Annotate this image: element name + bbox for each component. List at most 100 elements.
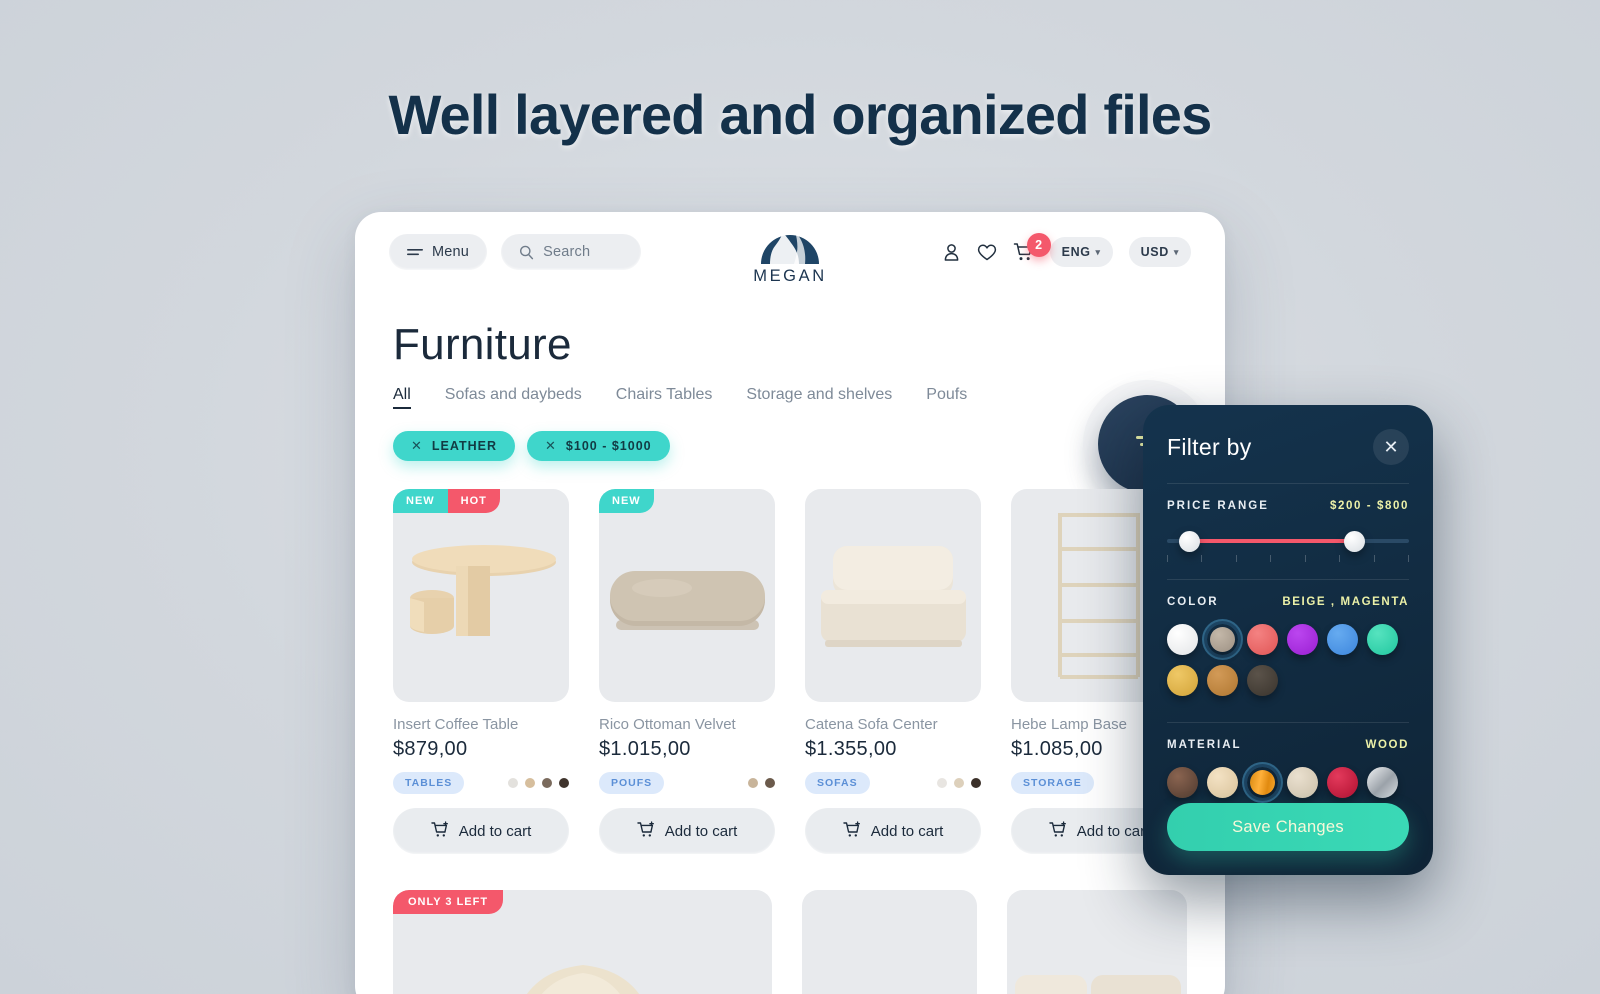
product-image: NEW HOT <box>393 489 569 702</box>
ottoman-illustration <box>609 571 765 630</box>
material-swatch-light-wood[interactable] <box>1207 767 1238 798</box>
product-category-tag[interactable]: STORAGE <box>1011 772 1094 794</box>
filter-chip-leather[interactable]: ✕ LEATHER <box>393 431 516 461</box>
slider-track-fill <box>1193 539 1351 543</box>
product-category-tag[interactable]: TABLES <box>393 772 465 794</box>
slider-knob-max[interactable] <box>1343 531 1365 552</box>
price-range-value: $200 - $800 <box>1330 500 1409 512</box>
filter-panel-header: Filter by ✕ <box>1167 429 1409 465</box>
color-swatch-gold[interactable] <box>1167 665 1198 696</box>
product-name: Insert Coffee Table <box>393 716 519 733</box>
tab-storage-and-shelves[interactable]: Storage and shelves <box>746 386 892 409</box>
tab-chairs-tables[interactable]: Chairs Tables <box>616 386 713 409</box>
coffee-table-illustration <box>409 545 556 636</box>
product-card[interactable]: Catena Sofa Center $1.355,00 SOFAS Add t… <box>805 489 981 854</box>
color-swatch-dark-brown[interactable] <box>1247 665 1278 696</box>
material-swatch-wood[interactable] <box>1247 767 1278 798</box>
material-value: WOOD <box>1365 739 1409 751</box>
cart-icon[interactable]: 2 <box>1013 233 1051 262</box>
filter-chip-price[interactable]: ✕ $100 - $1000 <box>527 431 670 461</box>
product-color-dots[interactable] <box>937 778 981 788</box>
material-swatch-velvet[interactable] <box>1327 767 1358 798</box>
currency-selector[interactable]: USD ▾ <box>1128 237 1191 267</box>
menu-button[interactable]: Menu <box>389 234 488 270</box>
category-tabs: All Sofas and daybeds Chairs Tables Stor… <box>393 386 1187 409</box>
price-row: PRICE RANGE $200 - $800 <box>1167 500 1409 512</box>
product-image: NEW <box>599 489 775 702</box>
search-icon <box>519 245 534 260</box>
megan-logo-icon <box>761 231 819 264</box>
language-selector[interactable]: ENG ▾ <box>1049 237 1113 267</box>
page-content: Furniture All Sofas and daybeds Chairs T… <box>355 292 1225 994</box>
add-to-cart-label: Add to cart <box>870 822 944 840</box>
color-swatch-beige[interactable] <box>1207 624 1238 655</box>
color-swatches-row-2 <box>1167 665 1409 696</box>
filter-section-material: MATERIAL WOOD <box>1167 722 1409 798</box>
product-card[interactable]: ONLY 3 LEFT <box>393 890 773 994</box>
product-price: $1.355,00 <box>805 738 897 760</box>
save-changes-button[interactable]: Save Changes <box>1167 803 1409 851</box>
product-category-tag[interactable]: POUFS <box>599 772 665 794</box>
cart-plus-icon <box>637 820 655 842</box>
close-icon[interactable]: ✕ <box>545 438 557 454</box>
product-price: $879,00 <box>393 738 468 760</box>
material-row: MATERIAL WOOD <box>1167 739 1409 751</box>
sofa-illustration <box>820 546 966 647</box>
product-color-dots[interactable] <box>508 778 569 788</box>
product-grid-row-2: ONLY 3 LEFT <box>393 890 1187 994</box>
color-value: BEIGE , MAGENTA <box>1282 596 1409 608</box>
product-card[interactable]: NEW Rico Ottoman Velvet $1.015,00 POUFS <box>599 489 775 854</box>
product-card[interactable] <box>1007 890 1187 994</box>
menu-label: Menu <box>432 244 470 260</box>
material-swatch-metal[interactable] <box>1367 767 1398 798</box>
cart-plus-icon <box>431 820 449 842</box>
user-icon[interactable] <box>942 243 961 262</box>
color-swatch-white[interactable] <box>1167 624 1198 655</box>
price-range-slider[interactable] <box>1167 531 1409 562</box>
product-card[interactable]: NEW HOT Insert Coffee Table $879,00 TABL… <box>393 489 569 854</box>
tab-poufs[interactable]: Poufs <box>926 386 967 409</box>
cart-plus-icon <box>843 820 861 842</box>
product-image <box>802 890 977 994</box>
product-meta: TABLES <box>393 772 569 794</box>
brand-name: MEGAN <box>753 267 827 285</box>
filter-section-price: PRICE RANGE $200 - $800 <box>1167 483 1409 562</box>
add-to-cart-button[interactable]: Add to cart <box>599 808 775 854</box>
brand-logo[interactable]: MEGAN <box>730 224 850 286</box>
search-input[interactable]: Search <box>501 234 642 270</box>
chevron-down-icon: ▾ <box>1095 246 1101 257</box>
product-meta: SOFAS <box>805 772 981 794</box>
currency-value: USD <box>1140 245 1169 259</box>
color-swatch-teal[interactable] <box>1367 624 1398 655</box>
product-badges: NEW <box>599 489 654 513</box>
slider-knob-min[interactable] <box>1179 531 1201 552</box>
color-swatch-tan[interactable] <box>1207 665 1238 696</box>
app-topbar: Menu Search MEGAN 2 ENG ▾ USD ▾ <box>355 212 1225 292</box>
product-category-tag[interactable]: SOFAS <box>805 772 870 794</box>
cart-plus-icon <box>1049 820 1067 842</box>
tab-sofas-and-daybeds[interactable]: Sofas and daybeds <box>445 386 582 409</box>
material-swatch-leather[interactable] <box>1167 767 1198 798</box>
app-window: Menu Search MEGAN 2 ENG ▾ USD ▾ Furnitur… <box>355 212 1225 994</box>
add-to-cart-button[interactable]: Add to cart <box>805 808 981 854</box>
cart-count-badge: 2 <box>1026 233 1051 257</box>
heart-icon[interactable] <box>977 243 997 262</box>
tab-all[interactable]: All <box>393 386 411 409</box>
color-label: COLOR <box>1167 596 1219 608</box>
product-grid: NEW HOT Insert Coffee Table $879,00 TABL… <box>393 489 1187 854</box>
product-name: Catena Sofa Center <box>805 716 938 733</box>
color-swatch-red[interactable] <box>1247 624 1278 655</box>
product-card[interactable] <box>802 890 977 994</box>
badge-hot: HOT <box>447 489 500 513</box>
close-icon[interactable]: ✕ <box>411 438 423 454</box>
close-icon[interactable]: ✕ <box>1373 429 1409 465</box>
add-to-cart-button[interactable]: Add to cart <box>393 808 569 854</box>
color-swatch-blue[interactable] <box>1327 624 1358 655</box>
slider-ticks <box>1167 555 1409 562</box>
product-color-dots[interactable] <box>748 778 775 788</box>
add-to-cart-label: Add to cart <box>1076 822 1150 840</box>
material-swatch-linen[interactable] <box>1287 767 1318 798</box>
color-swatch-magenta[interactable] <box>1287 624 1318 655</box>
armchair-illustration <box>527 965 640 994</box>
sofa2-illustration <box>1015 975 1181 994</box>
